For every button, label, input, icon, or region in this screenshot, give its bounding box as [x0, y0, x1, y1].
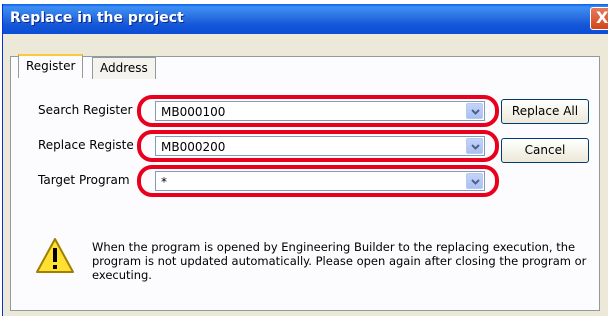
warning-message: When the program is opened by Engineerin… — [92, 240, 587, 282]
chevron-down-icon[interactable] — [466, 173, 483, 189]
search-register-combo[interactable]: MB000100 — [155, 101, 485, 121]
window-title: Replace in the project — [10, 10, 184, 26]
target-program-label: Target Program — [38, 173, 130, 187]
tab-address[interactable]: Address — [92, 57, 156, 79]
title-bar[interactable]: Replace in the project X — [3, 4, 608, 34]
cancel-button[interactable]: Cancel — [501, 138, 589, 163]
chevron-down-icon[interactable] — [466, 103, 483, 119]
replace-all-button[interactable]: Replace All — [501, 99, 589, 124]
chevron-down-icon[interactable] — [466, 138, 483, 154]
search-register-label: Search Register — [38, 103, 133, 117]
target-program-value: * — [161, 175, 167, 189]
close-button[interactable]: X — [590, 7, 608, 30]
search-register-value: MB000100 — [161, 105, 226, 119]
close-icon: X — [596, 8, 608, 27]
replace-register-label: Replace Registe — [38, 138, 134, 152]
target-program-combo[interactable]: * — [155, 171, 485, 191]
replace-register-value: MB000200 — [161, 140, 226, 154]
tab-register[interactable]: Register — [18, 54, 84, 78]
replace-register-combo[interactable]: MB000200 — [155, 136, 485, 156]
warning-icon — [35, 237, 75, 278]
